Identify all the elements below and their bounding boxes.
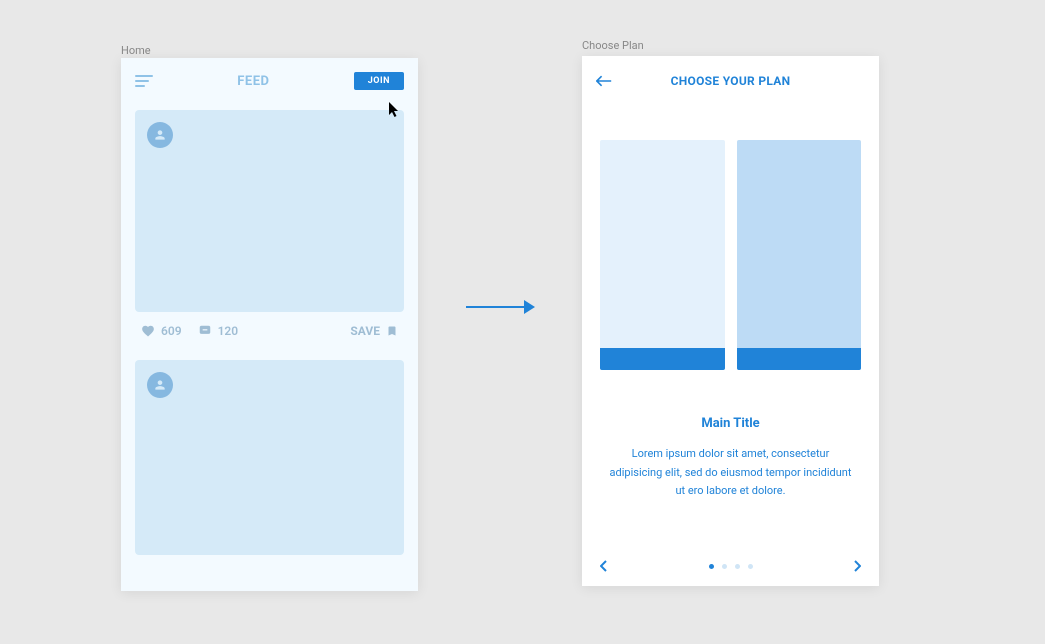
plan-text: Main Title Lorem ipsum dolor sit amet, c…	[582, 370, 879, 501]
save-button[interactable]: SAVE	[350, 324, 398, 338]
comment-count: 120	[218, 324, 239, 338]
flow-arrow-icon	[466, 299, 536, 319]
pager-dot[interactable]	[735, 564, 740, 569]
choose-plan-screen: CHOOSE YOUR PLAN Main Title Lorem ipsum …	[582, 56, 879, 586]
back-button[interactable]	[596, 74, 612, 88]
plan-description: Lorem ipsum dolor sit amet, consectetur …	[606, 445, 855, 501]
plan-card-footer	[600, 348, 725, 370]
heart-icon	[141, 324, 155, 338]
plan-card-footer	[737, 348, 862, 370]
home-screen: FEED JOIN 609 120 SAVE	[121, 58, 418, 591]
pager-dot[interactable]	[709, 564, 714, 569]
feed-card-1: 609 120 SAVE	[135, 110, 404, 350]
arrow-left-icon	[596, 74, 612, 88]
save-label: SAVE	[350, 324, 380, 338]
like-count: 609	[161, 324, 182, 338]
menu-icon[interactable]	[135, 75, 153, 87]
home-header: FEED JOIN	[121, 58, 418, 100]
feed-card-actions: 609 120 SAVE	[135, 312, 404, 350]
pager-dot[interactable]	[722, 564, 727, 569]
chevron-right-icon	[853, 560, 861, 572]
frame-label-choose: Choose Plan	[582, 39, 644, 52]
comment-icon	[198, 324, 212, 338]
choose-title: CHOOSE YOUR PLAN	[582, 74, 879, 88]
like-button[interactable]: 609	[141, 324, 182, 338]
pager-dot[interactable]	[748, 564, 753, 569]
pager-next-button[interactable]	[853, 560, 861, 572]
feed-card-body[interactable]	[135, 360, 404, 555]
feed-card-body[interactable]	[135, 110, 404, 312]
plan-card-2[interactable]	[737, 140, 862, 370]
pager	[582, 560, 879, 572]
join-button[interactable]: JOIN	[354, 72, 404, 90]
pager-prev-button[interactable]	[600, 560, 608, 572]
bookmark-icon	[386, 324, 398, 338]
plan-cards	[582, 96, 879, 370]
choose-header: CHOOSE YOUR PLAN	[582, 56, 879, 96]
avatar-icon[interactable]	[147, 372, 173, 398]
avatar-icon[interactable]	[147, 122, 173, 148]
plan-card-1[interactable]	[600, 140, 725, 370]
feed-title: FEED	[237, 74, 269, 89]
plan-main-title: Main Title	[606, 416, 855, 431]
frame-label-home: Home	[121, 44, 151, 57]
comment-button[interactable]: 120	[198, 324, 239, 338]
feed-card-2	[135, 360, 404, 555]
pager-dots	[709, 564, 753, 569]
chevron-left-icon	[600, 560, 608, 572]
